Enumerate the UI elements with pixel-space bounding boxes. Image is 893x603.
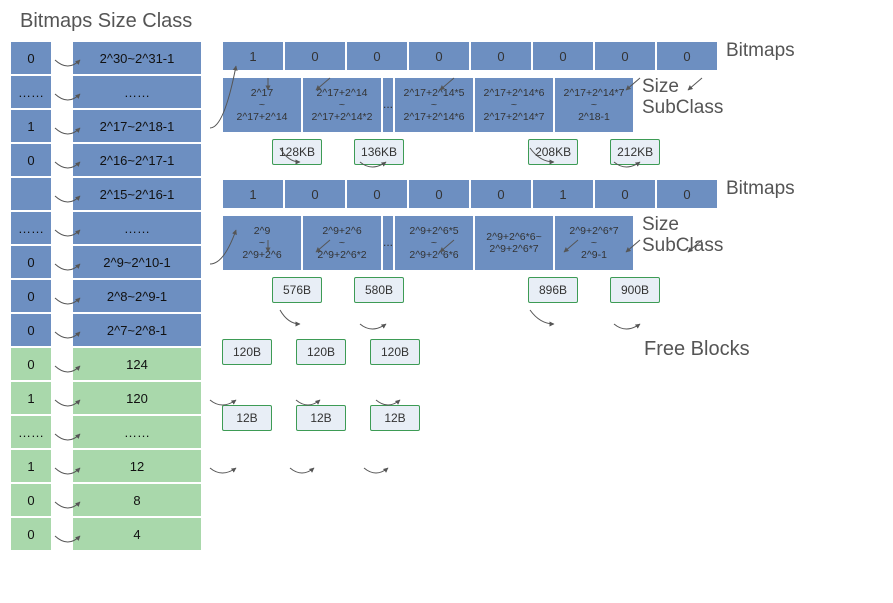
block: 12B xyxy=(370,405,420,431)
sub-bitmap-cell: 1 xyxy=(222,179,284,209)
sub-class-cell: 2^17+2^14 ~ 2^17+2^14*2 xyxy=(302,77,382,133)
sub-class-cell: 2^9+2^6*5 ~ 2^9+2^6*6 xyxy=(394,215,474,271)
sub-bitmap-cell: 0 xyxy=(656,41,718,71)
sub-bitmap-cell: 0 xyxy=(284,179,346,209)
block: 12B xyxy=(222,405,272,431)
sub-bitmap-cell: 0 xyxy=(594,179,656,209)
sub-class-cell: 2^9+2^6*7 ~ 2^9-1 xyxy=(554,215,634,271)
sub-bitmap-cell: 0 xyxy=(408,179,470,209)
sub-bitmap-cell: 0 xyxy=(532,41,594,71)
sub-bitmap-cell: 0 xyxy=(594,41,656,71)
block: 900B xyxy=(610,277,660,303)
sub-bitmap-cell: 0 xyxy=(346,179,408,209)
bitmap-cell: 0 xyxy=(10,347,52,381)
sub-bitmap-cell: 0 xyxy=(470,179,532,209)
size-class-cell: …… xyxy=(72,415,202,449)
block: 896B xyxy=(528,277,578,303)
free-list-120: 120B 120B 120B Free Blocks xyxy=(222,339,883,365)
size-subclass-label: SizeSubClass xyxy=(642,77,723,119)
size-class-cell: 2^8~2^9-1 xyxy=(72,279,202,313)
bitmap-cell: 0 xyxy=(10,483,52,517)
bitmap-cell: 1 xyxy=(10,109,52,143)
bitmap-cell: 0 xyxy=(10,517,52,551)
size-class-cell: …… xyxy=(72,211,202,245)
bitmap-cell: …… xyxy=(10,211,52,245)
block: 120B xyxy=(296,339,346,365)
block: 212KB xyxy=(610,139,660,165)
block: 120B xyxy=(222,339,272,365)
bitmaps-label: Bitmaps xyxy=(726,41,795,62)
bitmap-cell: 1 xyxy=(10,449,52,483)
sub-class-cell: 2^17+2^14*5 ~ 2^17+2^14*6 xyxy=(394,77,474,133)
diagram-layout: 0……10……00001……100 2^30~2^31-1……2^17~2^18… xyxy=(10,41,883,551)
sub-class-cell: 2^17+2^14*6 ~ 2^17+2^14*7 xyxy=(474,77,554,133)
size-class-column: 0……10……00001……100 2^30~2^31-1……2^17~2^18… xyxy=(10,41,202,551)
bitmaps-label: Bitmaps xyxy=(726,179,795,200)
bitmap-cell: 0 xyxy=(10,245,52,279)
size-class-cell: 2^15~2^16-1 xyxy=(72,177,202,211)
size-subclass-label: SizeSubClass xyxy=(642,215,723,257)
bitmap-cell: 1 xyxy=(10,381,52,415)
sub-bitmap-cell: 1 xyxy=(532,179,594,209)
block: 208KB xyxy=(528,139,578,165)
size-class-cell: 4 xyxy=(72,517,202,551)
sub-class-cell: 2^17+2^14*7 ~ 2^18-1 xyxy=(554,77,634,133)
sub-class-cell: ... xyxy=(382,215,394,271)
size-class-cell: 12 xyxy=(72,449,202,483)
block: 136KB xyxy=(354,139,404,165)
size-class-cell: 2^30~2^31-1 xyxy=(72,41,202,75)
free-blocks-label: Free Blocks xyxy=(644,338,750,361)
bitmap-cell: 0 xyxy=(10,41,52,75)
block: 12B xyxy=(296,405,346,431)
page-title: Bitmaps Size Class xyxy=(20,10,883,33)
sub-bitmap-cell: 0 xyxy=(284,41,346,71)
sub-class-cell: 2^9+2^6 ~ 2^9+2^6*2 xyxy=(302,215,382,271)
size-class-cell: 120 xyxy=(72,381,202,415)
sub-bitmap-cell: 0 xyxy=(470,41,532,71)
sub-class-cell: 2^9+2^6*6~ 2^9+2^6*7 xyxy=(474,215,554,271)
bitmap-cell: 0 xyxy=(10,313,52,347)
bitmap-cell: …… xyxy=(10,75,52,109)
block: 120B xyxy=(370,339,420,365)
bitmap-cell xyxy=(10,177,52,211)
sub-bitmap-cell: 0 xyxy=(408,41,470,71)
sub-class-cell: 2^9 ~ 2^9+2^6 xyxy=(222,215,302,271)
free-blocks-group2: 576B 580B 896B 900B xyxy=(272,277,883,303)
free-blocks-group1: 128KB 136KB 208KB 212KB xyxy=(272,139,883,165)
block: 580B xyxy=(354,277,404,303)
sub-bitmap-cell: 1 xyxy=(222,41,284,71)
size-class-cell: 2^16~2^17-1 xyxy=(72,143,202,177)
block: 128KB xyxy=(272,139,322,165)
bitmap-cell: 0 xyxy=(10,279,52,313)
size-class-cell: 2^17~2^18-1 xyxy=(72,109,202,143)
subclass-column: 10000000 Bitmaps 2^17 ~ 2^17+2^142^17+2^… xyxy=(222,41,883,439)
bitmap-cell: 0 xyxy=(10,143,52,177)
sub-bitmap-cell: 0 xyxy=(346,41,408,71)
size-class-cell: 2^9~2^10-1 xyxy=(72,245,202,279)
size-class-cell: 2^7~2^8-1 xyxy=(72,313,202,347)
size-class-cell: …… xyxy=(72,75,202,109)
sub-class-cell: ... xyxy=(382,77,394,133)
free-list-12: 12B 12B 12B xyxy=(222,405,883,431)
size-class-cell: 124 xyxy=(72,347,202,381)
sub-class-cell: 2^17 ~ 2^17+2^14 xyxy=(222,77,302,133)
sub-bitmap-cell: 0 xyxy=(656,179,718,209)
block: 576B xyxy=(272,277,322,303)
size-class-cell: 8 xyxy=(72,483,202,517)
bitmap-cell: …… xyxy=(10,415,52,449)
